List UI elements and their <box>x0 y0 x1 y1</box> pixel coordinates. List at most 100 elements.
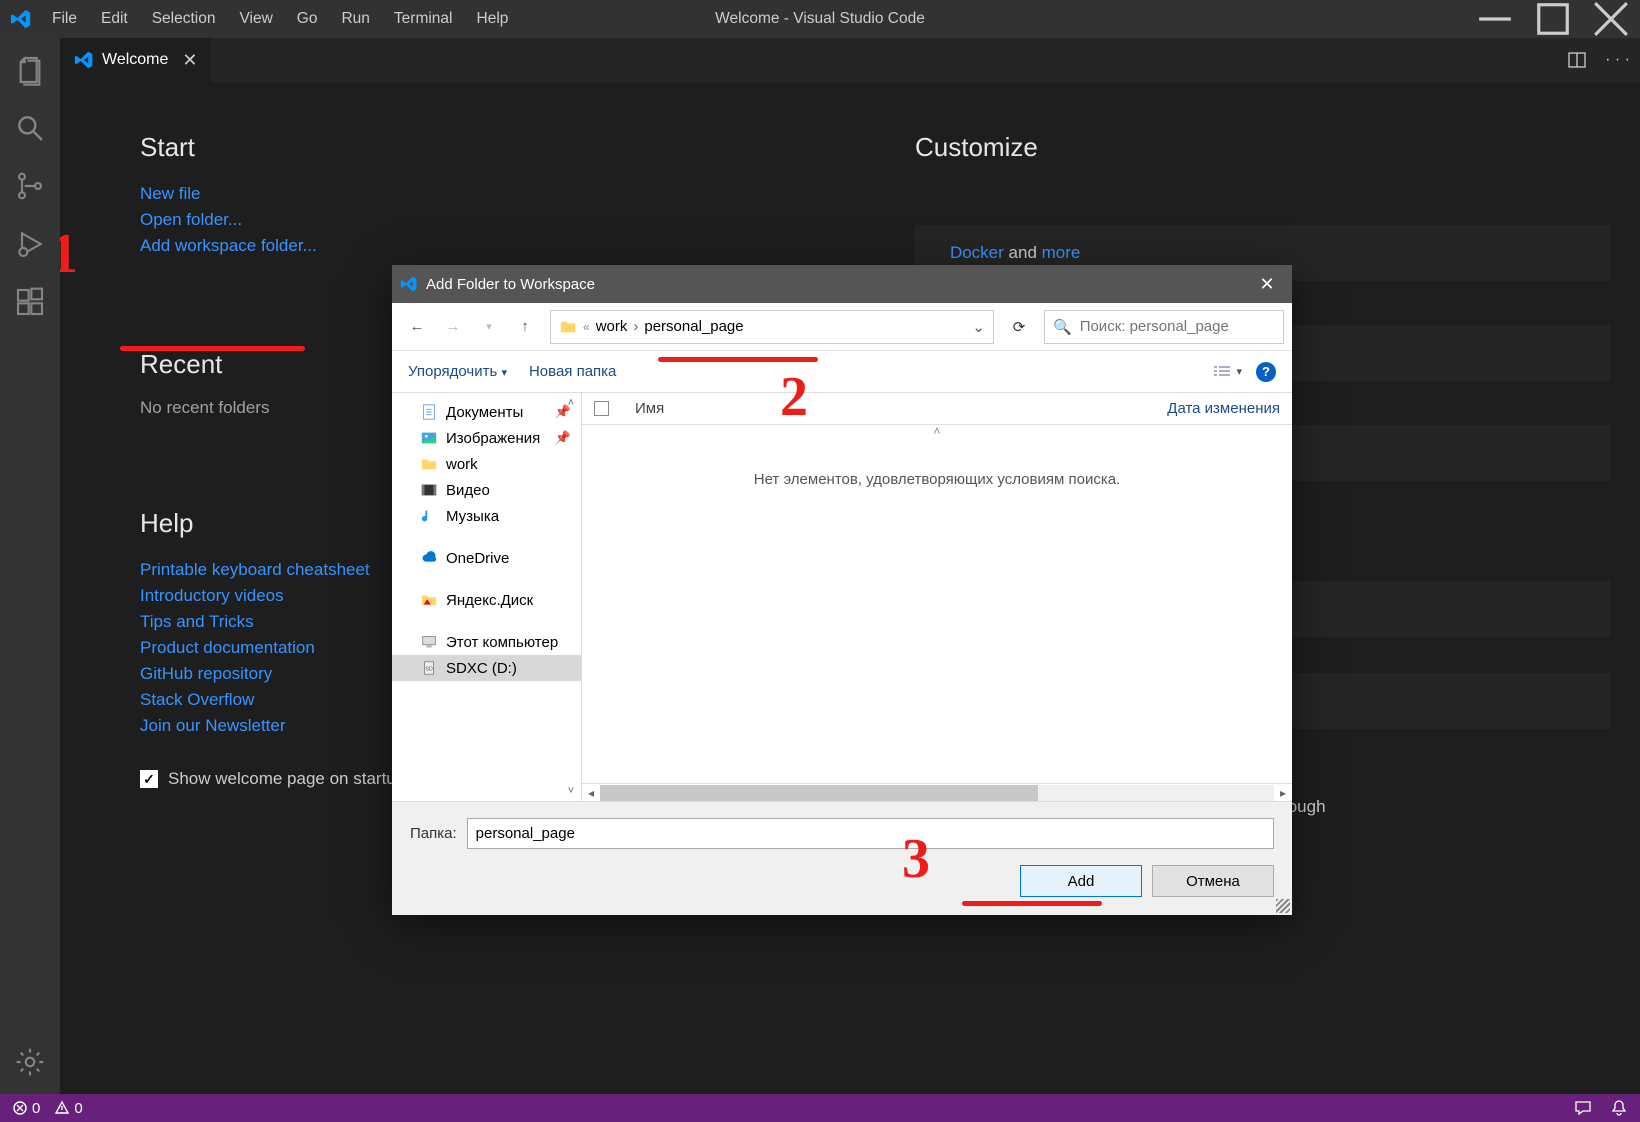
tree-item-видео[interactable]: Видео <box>392 477 581 503</box>
status-bar: 0 0 <box>0 1094 1640 1122</box>
window-maximize-button[interactable] <box>1524 0 1582 38</box>
extensions-icon[interactable] <box>14 286 46 318</box>
dialog-titlebar[interactable]: Add Folder to Workspace ✕ <box>392 265 1292 303</box>
resize-grip[interactable] <box>1276 899 1290 913</box>
more-actions-icon[interactable]: · · · <box>1605 51 1630 69</box>
link-open-folder[interactable]: Open folder... <box>140 207 835 233</box>
tree-item-label: Этот компьютер <box>446 634 558 651</box>
folder-field-label: Папка: <box>410 825 457 842</box>
dialog-close-button[interactable]: ✕ <box>1242 265 1292 303</box>
tree-item-музыка[interactable]: Музыка <box>392 503 581 529</box>
dialog-vscode-icon <box>400 275 418 293</box>
header-collapse-icon[interactable]: ˄ <box>933 424 940 438</box>
search-icon[interactable] <box>14 112 46 144</box>
svg-text:SD: SD <box>425 667 433 673</box>
tab-welcome[interactable]: Welcome ✕ <box>60 38 211 82</box>
hscroll-left[interactable]: ◂ <box>586 786 596 800</box>
menu-selection[interactable]: Selection <box>142 6 226 32</box>
menu-terminal[interactable]: Terminal <box>384 6 463 32</box>
tree-item-label: SDXC (D:) <box>446 660 517 677</box>
status-errors[interactable]: 0 <box>12 1100 40 1117</box>
menu-view[interactable]: View <box>229 6 282 32</box>
help-button[interactable]: ? <box>1256 362 1276 382</box>
tab-close-icon[interactable]: ✕ <box>182 50 197 71</box>
annotation-1: 1 <box>60 222 78 286</box>
view-mode-button[interactable]: ▾ <box>1212 364 1242 380</box>
tree-item-яндекс-диск[interactable]: Яндекс.Диск <box>392 587 581 613</box>
nav-forward-button[interactable]: → <box>436 310 470 344</box>
nav-back-button[interactable]: ← <box>400 310 434 344</box>
dialog-nav-row: ← → ▾ ↑ « work › personal_page ⌄ ⟳ 🔍 <box>392 303 1292 351</box>
tree-item-sdxc-d-[interactable]: SD SDXC (D:) <box>392 655 581 681</box>
hscroll-right[interactable]: ▸ <box>1278 786 1288 800</box>
doc-icon <box>420 403 438 421</box>
settings-gear-icon[interactable] <box>14 1046 46 1078</box>
tree-item-изображения[interactable]: Изображения📌 <box>392 425 581 451</box>
dialog-search[interactable]: 🔍 <box>1044 310 1284 344</box>
add-button[interactable]: Add <box>1020 865 1142 897</box>
tree-scroll-up[interactable]: ˄ <box>568 397 574 409</box>
menu-go[interactable]: Go <box>287 6 328 32</box>
breadcrumb-dropdown-icon[interactable]: ⌄ <box>972 318 985 336</box>
menu-help[interactable]: Help <box>467 6 519 32</box>
horizontal-scrollbar[interactable]: ◂ ▸ <box>582 783 1292 801</box>
dialog-title: Add Folder to Workspace <box>426 276 595 293</box>
window-title: Welcome - Visual Studio Code <box>715 10 925 28</box>
tree-item-label: OneDrive <box>446 550 509 567</box>
file-list-panel: Имя Дата изменения ˄ Нет элементов, удов… <box>582 393 1292 801</box>
dialog-footer: Папка: Add Отмена <box>392 801 1292 915</box>
menu-file[interactable]: File <box>42 6 87 32</box>
tree-item-документы[interactable]: Документы📌 <box>392 399 581 425</box>
organize-menu[interactable]: Упорядочить ▾ <box>408 363 507 380</box>
breadcrumb-item-work[interactable]: work <box>596 318 628 335</box>
menu-run[interactable]: Run <box>331 6 379 32</box>
menu-edit[interactable]: Edit <box>91 6 138 32</box>
refresh-button[interactable]: ⟳ <box>1002 310 1036 344</box>
folder-name-input[interactable] <box>467 818 1274 849</box>
column-date[interactable]: Дата изменения <box>1167 400 1280 417</box>
link-add-workspace-folder[interactable]: Add workspace folder... <box>140 233 835 259</box>
run-debug-icon[interactable] <box>14 228 46 260</box>
hscroll-thumb[interactable] <box>600 785 1038 801</box>
new-folder-button[interactable]: Новая папка <box>529 363 616 380</box>
music-icon <box>420 507 438 525</box>
search-icon: 🔍 <box>1053 318 1072 336</box>
breadcrumb-item-personal-page[interactable]: personal_page <box>644 318 743 335</box>
tree-item-этот-компьютер[interactable]: Этот компьютер <box>392 629 581 655</box>
tree-item-label: Документы <box>446 404 523 421</box>
ydisk-icon <box>420 591 438 609</box>
explorer-icon[interactable] <box>14 54 46 86</box>
start-heading: Start <box>140 132 835 163</box>
title-bar: File Edit Selection View Go Run Terminal… <box>0 0 1640 38</box>
vscode-tab-icon <box>74 50 94 70</box>
pin-icon: 📌 <box>555 430 571 446</box>
tab-label: Welcome <box>102 51 168 69</box>
folder-tree: ˄ Документы📌Изображения📌workВидеоМузыкаO… <box>392 393 582 801</box>
nav-up-button[interactable]: ↑ <box>508 310 542 344</box>
select-all-checkbox[interactable] <box>594 401 609 416</box>
status-warnings[interactable]: 0 <box>54 1100 82 1117</box>
cloud-icon <box>420 549 438 567</box>
link-docker[interactable]: Docker <box>950 243 1004 262</box>
tree-scroll-down[interactable]: ˅ <box>568 785 574 797</box>
source-control-icon[interactable] <box>14 170 46 202</box>
link-new-file[interactable]: New file <box>140 181 835 207</box>
status-feedback-icon[interactable] <box>1574 1099 1592 1117</box>
tree-item-work[interactable]: work <box>392 451 581 477</box>
tree-item-label: Видео <box>446 482 490 499</box>
breadcrumb-bar[interactable]: « work › personal_page ⌄ <box>550 310 994 344</box>
window-close-button[interactable] <box>1582 0 1640 38</box>
window-minimize-button[interactable] <box>1466 0 1524 38</box>
column-name[interactable]: Имя <box>635 400 664 417</box>
dialog-search-input[interactable] <box>1080 318 1279 335</box>
show-welcome-checkbox[interactable]: ✓ <box>140 770 158 788</box>
split-editor-icon[interactable] <box>1567 50 1587 70</box>
tree-item-label: Яндекс.Диск <box>446 592 533 609</box>
link-more[interactable]: more <box>1042 243 1081 262</box>
file-list-header: Имя Дата изменения ˄ <box>582 393 1292 425</box>
nav-recent-dropdown[interactable]: ▾ <box>472 310 506 344</box>
cancel-button[interactable]: Отмена <box>1152 865 1274 897</box>
vscode-logo-icon <box>10 8 32 30</box>
tree-item-onedrive[interactable]: OneDrive <box>392 545 581 571</box>
status-bell-icon[interactable] <box>1610 1099 1628 1117</box>
